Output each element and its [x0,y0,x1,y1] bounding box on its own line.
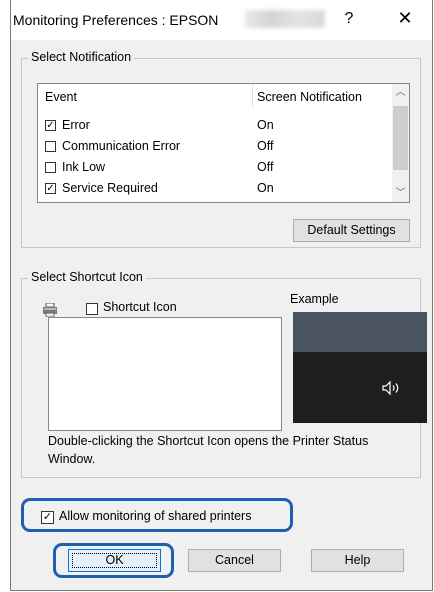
event-checkbox[interactable] [45,162,56,173]
printer-icon [43,303,57,317]
monitoring-preferences-dialog: Monitoring Preferences : EPSON ? ✕ Selec… [10,0,433,591]
shortcut-description: Double-clicking the Shortcut Icon opens … [48,434,369,466]
shortcut-icon-label: Shortcut Icon [103,300,177,314]
screen-notification-value: Off [257,160,274,174]
ok-focus-rect [72,553,157,568]
screen-notification-value: On [257,181,274,195]
select-shortcut-icon-legend: Select Shortcut Icon [28,270,146,284]
speaker-icon [382,380,399,396]
list-item[interactable]: Communication Error Off [38,139,391,160]
help-button[interactable]: Help [311,549,404,572]
redacted-model-name [245,10,325,28]
event-label: Ink Low [62,160,106,174]
scroll-thumb[interactable] [393,106,408,170]
column-separator [252,84,253,108]
event-label: Service Required [62,181,158,195]
event-label: Communication Error [62,139,181,153]
event-checkbox[interactable]: ✓ [45,183,56,194]
allow-monitoring-label: Allow monitoring of shared printers [59,509,252,523]
list-item[interactable]: ✓ Error On [38,118,391,139]
notification-list[interactable]: Event Screen Notification ✓ Error On Com… [37,83,410,203]
cancel-button[interactable]: Cancel [188,549,281,572]
list-header: Event Screen Notification [38,84,391,108]
window-title: Monitoring Preferences : EPSON [13,12,219,28]
list-scrollbar[interactable]: ︿ ﹀ [392,84,409,202]
select-notification-group: Select Notification Event Screen Notific… [21,50,421,248]
ok-button[interactable]: OK [68,549,161,572]
select-shortcut-icon-group: Select Shortcut Icon Shortcut Icon Examp… [21,270,427,478]
select-notification-legend: Select Notification [28,50,135,64]
title-bar: Monitoring Preferences : EPSON ? ✕ [11,0,432,40]
example-taskbar [293,352,427,423]
event-checkbox[interactable] [45,141,56,152]
screen-notification-value: On [257,118,274,132]
list-item[interactable]: ✓ Service Required On [38,181,391,202]
example-label: Example [290,292,339,306]
title-help-button[interactable]: ? [337,10,361,28]
list-item[interactable]: Ink Low Off [38,160,391,181]
event-checkbox[interactable]: ✓ [45,120,56,131]
shortcut-icon-preview-box [48,317,282,431]
column-header-screen-notification[interactable]: Screen Notification [257,90,362,104]
shortcut-icon-checkbox[interactable] [86,303,98,315]
screen-notification-value: Off [257,139,274,153]
scroll-up-icon[interactable]: ︿ [392,84,409,101]
default-settings-button[interactable]: Default Settings [293,219,410,242]
example-taskbar-top [293,312,427,352]
scroll-down-icon[interactable]: ﹀ [392,185,409,202]
allow-monitoring-checkbox[interactable]: ✓ [41,511,54,524]
column-header-event[interactable]: Event [45,90,77,104]
event-label: Error [62,118,90,132]
close-button[interactable]: ✕ [393,8,417,29]
list-item-partial[interactable] [38,202,391,203]
